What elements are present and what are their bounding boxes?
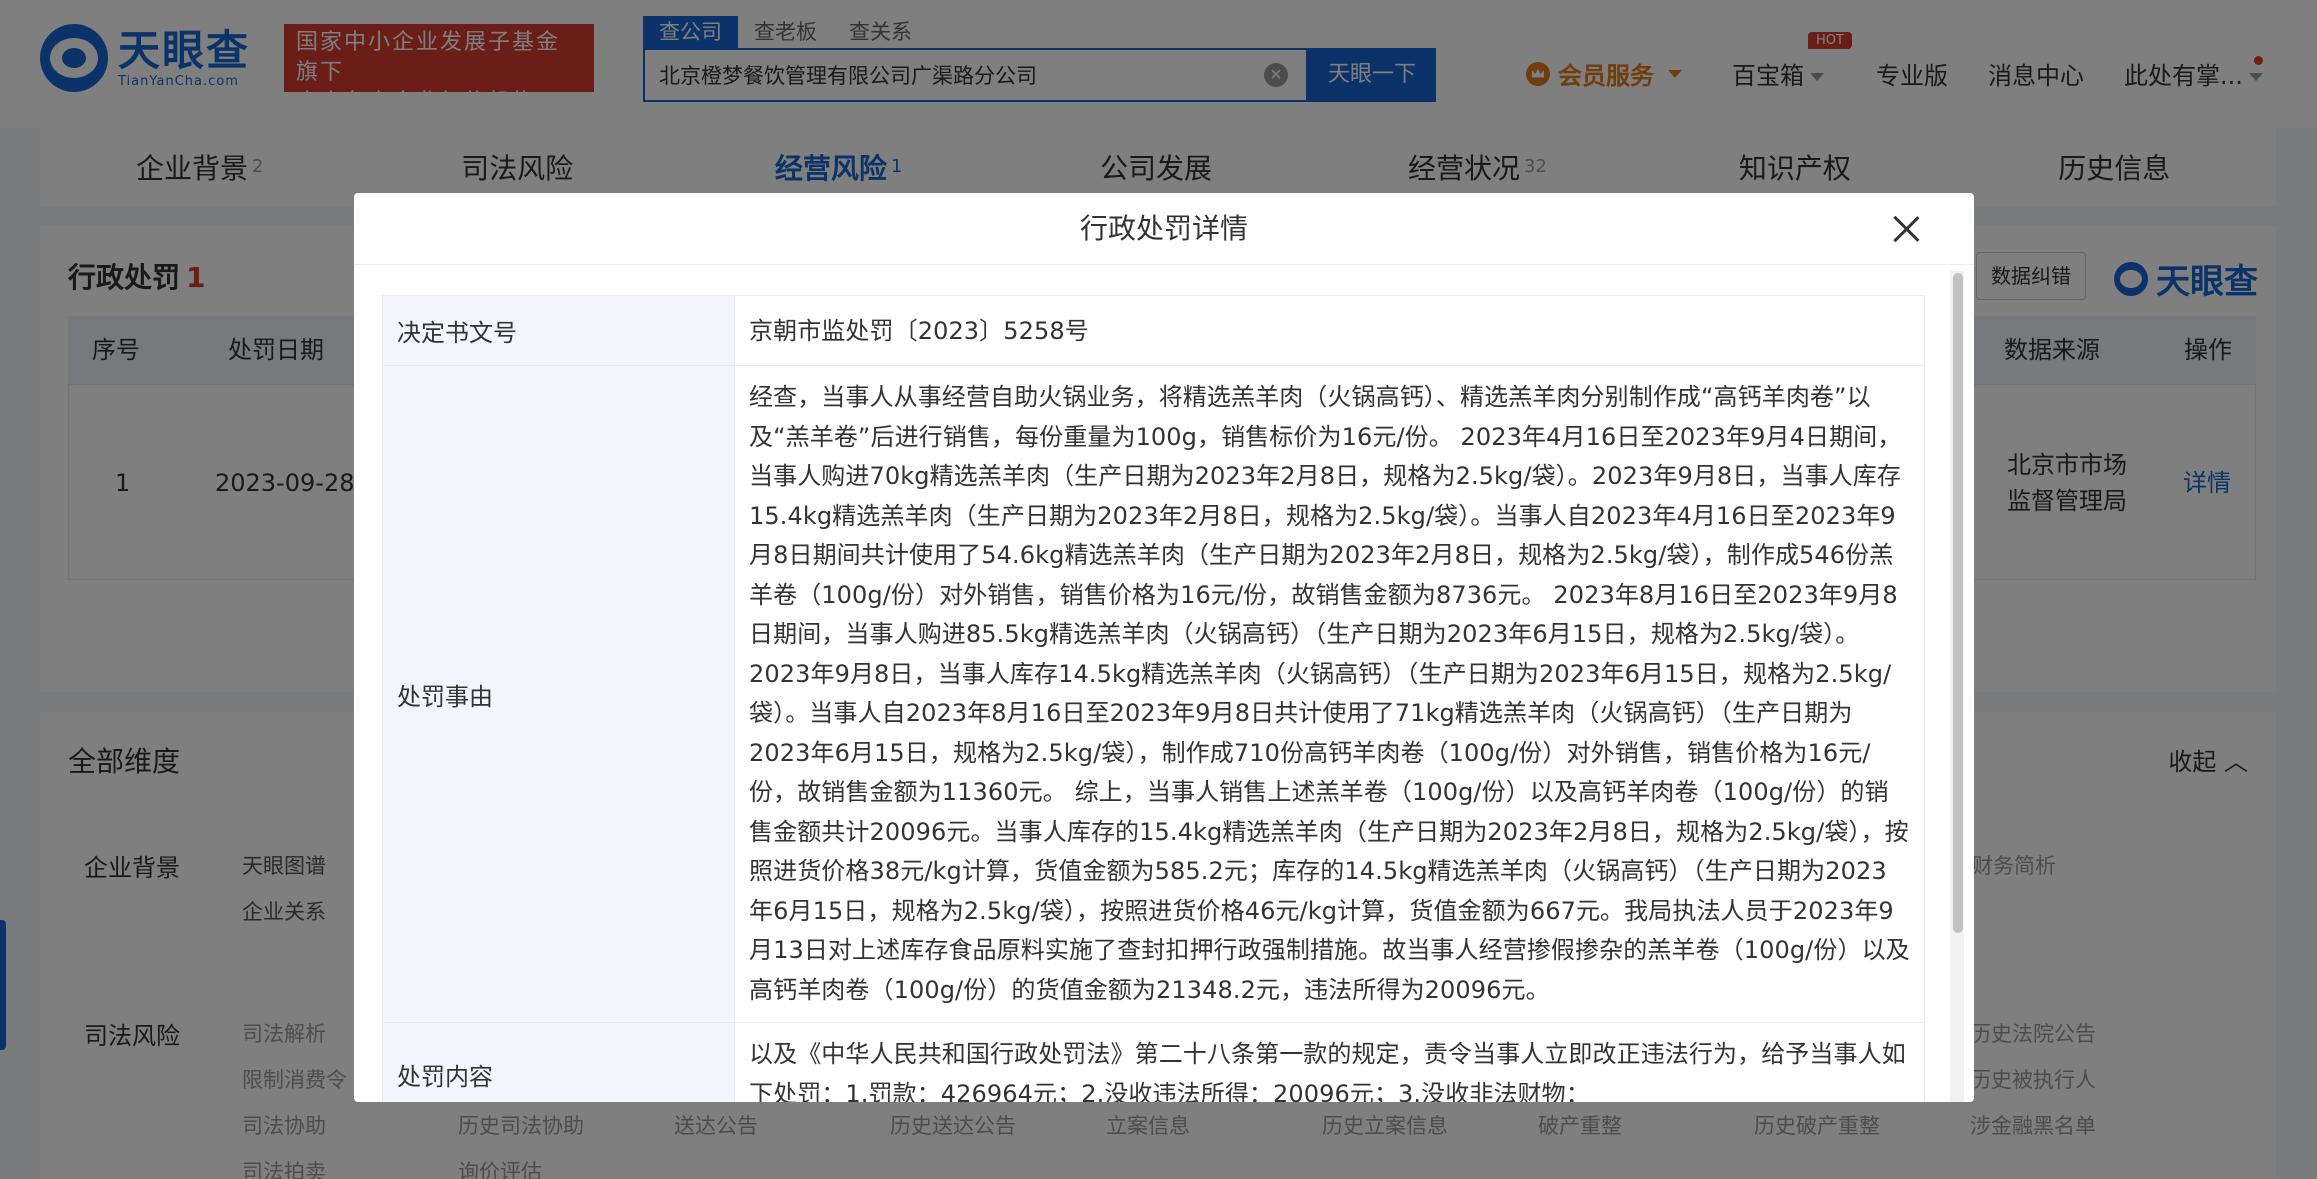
scrollbar-thumb[interactable] bbox=[1953, 273, 1963, 933]
detail-row-reason: 处罚事由 经查，当事人从事经营自助火锅业务，将精选羔羊肉（火锅高钙）、精选羔羊肉… bbox=[382, 365, 1925, 1023]
modal-header: 行政处罚详情 bbox=[354, 193, 1974, 265]
detail-row-content: 处罚内容 以及《中华人民共和国行政处罚法》第二十八条第一款的规定，责令当事人立即… bbox=[382, 1022, 1925, 1102]
reason-label: 处罚事由 bbox=[382, 365, 735, 1023]
modal-body: 决定书文号 京朝市监处罚〔2023〕5258号 处罚事由 经查，当事人从事经营自… bbox=[382, 295, 1925, 1102]
modal-title: 行政处罚详情 bbox=[1079, 212, 1248, 245]
penalty-detail-modal: 行政处罚详情 决定书文号 京朝市监处罚〔2023〕5258号 处罚事由 经查，当… bbox=[354, 193, 1974, 1102]
reason-text: 经查，当事人从事经营自助火锅业务，将精选羔羊肉（火锅高钙）、精选羔羊肉分别制作成… bbox=[734, 365, 1925, 1023]
content-text: 以及《中华人民共和国行政处罚法》第二十八条第一款的规定，责令当事人立即改正违法行… bbox=[734, 1022, 1925, 1102]
detail-table: 决定书文号 京朝市监处罚〔2023〕5258号 处罚事由 经查，当事人从事经营自… bbox=[382, 295, 1925, 1102]
content-label: 处罚内容 bbox=[382, 1022, 735, 1102]
detail-row-doc-number: 决定书文号 京朝市监处罚〔2023〕5258号 bbox=[382, 295, 1925, 366]
doc-number-label: 决定书文号 bbox=[382, 295, 735, 366]
doc-number-value: 京朝市监处罚〔2023〕5258号 bbox=[734, 295, 1925, 366]
close-icon[interactable] bbox=[1892, 215, 1920, 243]
